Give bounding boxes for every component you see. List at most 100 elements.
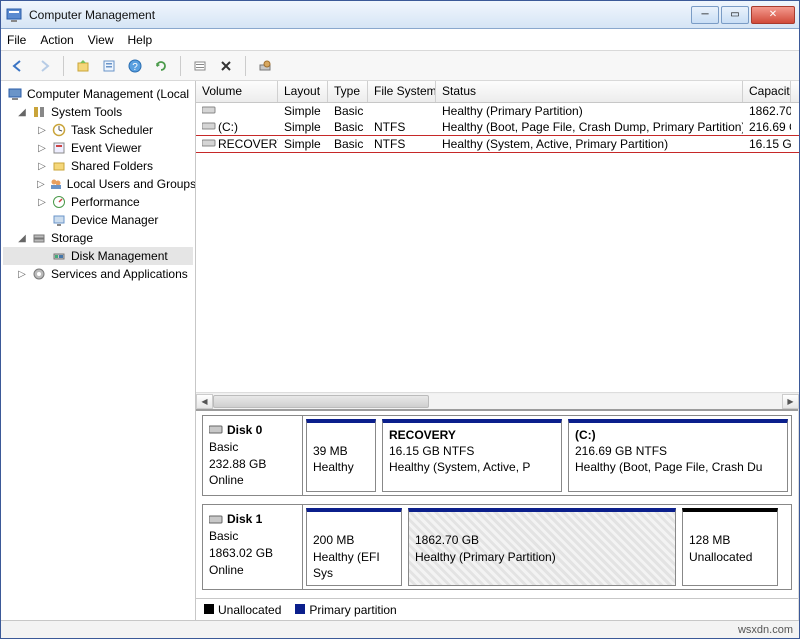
partition[interactable]: 200 MB Healthy (EFI Sys [306, 508, 402, 586]
col-fs[interactable]: File System [368, 81, 436, 102]
menu-file[interactable]: File [7, 33, 26, 47]
tree-device-manager[interactable]: Device Manager [3, 211, 193, 229]
window-controls: ─ ▭ ✕ [691, 6, 795, 24]
part-size: 39 MB [313, 443, 369, 459]
cell: 16.15 GI [743, 137, 791, 151]
toolbar: ? [1, 51, 799, 81]
volume-list-empty-area [196, 151, 799, 392]
minimize-button[interactable]: ─ [691, 6, 719, 24]
maximize-button[interactable]: ▭ [721, 6, 749, 24]
scroll-right-icon[interactable]: ▶ [782, 394, 799, 409]
cell: Basic [328, 137, 368, 151]
expand-icon[interactable]: ▷ [37, 179, 45, 190]
titlebar: Computer Management ─ ▭ ✕ [1, 1, 799, 29]
disk-partitions: 39 MB Healthy RECOVERY 16.15 GB NTFS Hea… [303, 416, 791, 495]
tree-task-scheduler[interactable]: ▷Task Scheduler [3, 121, 193, 139]
tree-root[interactable]: Computer Management (Local [3, 85, 193, 103]
expand-icon[interactable]: ▷ [17, 269, 27, 280]
part-title: (C:) [575, 428, 596, 442]
part-status: Healthy (Boot, Page File, Crash Du [575, 459, 781, 475]
tree-performance[interactable]: ▷Performance [3, 193, 193, 211]
volume-row[interactable]: (C:) Simple Basic NTFS Healthy (Boot, Pa… [196, 119, 799, 135]
svg-text:?: ? [132, 62, 138, 73]
menu-action[interactable]: Action [40, 33, 73, 47]
scroll-track[interactable] [213, 394, 782, 409]
partition[interactable]: 39 MB Healthy [306, 419, 376, 492]
volume-hscrollbar[interactable]: ◀ ▶ [196, 392, 799, 409]
col-layout[interactable]: Layout [278, 81, 328, 102]
cell: NTFS [368, 120, 436, 134]
expand-icon[interactable]: ▷ [37, 143, 47, 154]
tree-shared-folders[interactable]: ▷Shared Folders [3, 157, 193, 175]
disk-graphical-area: Disk 0 Basic 232.88 GB Online 39 MB Heal… [196, 409, 799, 620]
col-type[interactable]: Type [328, 81, 368, 102]
disk-icon [209, 424, 223, 436]
close-button[interactable]: ✕ [751, 6, 795, 24]
delete-icon[interactable] [215, 55, 237, 77]
disk-block[interactable]: Disk 1 Basic 1863.02 GB Online 200 MB He… [202, 504, 792, 590]
properties-icon[interactable] [98, 55, 120, 77]
partition[interactable]: RECOVERY 16.15 GB NTFS Healthy (System, … [382, 419, 562, 492]
disk-icon [209, 514, 223, 526]
disk-vscrollbar[interactable] [798, 409, 799, 620]
col-volume[interactable]: Volume [196, 81, 278, 102]
collapse-icon[interactable]: ◢ [17, 233, 27, 244]
disk-settings-icon[interactable] [254, 55, 276, 77]
cell: NTFS [368, 137, 436, 151]
cell: 1862.70 [743, 104, 791, 118]
part-status: Healthy (Primary Partition) [415, 549, 669, 565]
tree-label: Services and Applications [51, 267, 188, 281]
tree-local-users[interactable]: ▷Local Users and Groups [3, 175, 193, 193]
expand-icon[interactable]: ▷ [37, 161, 47, 172]
volume-name: (C:) [218, 120, 238, 134]
volume-list[interactable]: Simple Basic Healthy (Primary Partition)… [196, 103, 799, 151]
expand-icon[interactable]: ▷ [37, 125, 47, 136]
part-size: 200 MB [313, 532, 395, 548]
back-button[interactable] [7, 55, 29, 77]
cell: Healthy (Boot, Page File, Crash Dump, Pr… [436, 120, 743, 134]
tree-event-viewer[interactable]: ▷ Event Viewer [3, 139, 193, 157]
menu-help[interactable]: Help [128, 33, 153, 47]
volume-row[interactable]: Simple Basic Healthy (Primary Partition)… [196, 103, 799, 119]
tools-icon [31, 104, 47, 120]
disk-partitions: 200 MB Healthy (EFI Sys 1862.70 GB Healt… [303, 505, 791, 589]
help-icon[interactable]: ? [124, 55, 146, 77]
partition-selected[interactable]: 1862.70 GB Healthy (Primary Partition) [408, 508, 676, 586]
part-size: 128 MB [689, 532, 771, 548]
part-size: 1862.70 GB [415, 532, 669, 548]
cell: Basic [328, 120, 368, 134]
disk-type: Basic [209, 439, 296, 456]
scroll-left-icon[interactable]: ◀ [196, 394, 213, 409]
app-icon [5, 6, 23, 24]
col-capacity[interactable]: Capacit [743, 81, 791, 102]
tree-label: Device Manager [71, 213, 158, 227]
partition[interactable]: (C:) 216.69 GB NTFS Healthy (Boot, Page … [568, 419, 788, 492]
volume-list-header[interactable]: Volume Layout Type File System Status Ca… [196, 81, 799, 103]
tree-label: Event Viewer [71, 141, 141, 155]
window-title: Computer Management [29, 8, 691, 22]
part-status: Healthy [313, 459, 369, 475]
collapse-icon[interactable]: ◢ [17, 107, 27, 118]
nav-tree[interactable]: Computer Management (Local ◢System Tools… [1, 81, 196, 620]
action-list-icon[interactable] [189, 55, 211, 77]
forward-button[interactable] [33, 55, 55, 77]
col-status[interactable]: Status [436, 81, 743, 102]
up-icon[interactable] [72, 55, 94, 77]
menu-view[interactable]: View [88, 33, 114, 47]
tree-storage[interactable]: ◢Storage [3, 229, 193, 247]
computer-icon [7, 86, 23, 102]
partition-unallocated[interactable]: 128 MB Unallocated [682, 508, 778, 586]
tree-services-apps[interactable]: ▷ Services and Applications [3, 265, 193, 283]
perf-icon [51, 194, 67, 210]
refresh-icon[interactable] [150, 55, 172, 77]
disk-state: Online [209, 562, 296, 579]
part-status: Healthy (System, Active, P [389, 459, 555, 475]
event-icon [51, 140, 67, 156]
scroll-thumb[interactable] [213, 395, 429, 408]
tree-disk-management[interactable]: Disk Management [3, 247, 193, 265]
disk-block[interactable]: Disk 0 Basic 232.88 GB Online 39 MB Heal… [202, 415, 792, 496]
tree-system-tools[interactable]: ◢System Tools [3, 103, 193, 121]
disk-state: Online [209, 472, 296, 489]
statusbar: wsxdn.com [1, 620, 799, 638]
expand-icon[interactable]: ▷ [37, 197, 47, 208]
